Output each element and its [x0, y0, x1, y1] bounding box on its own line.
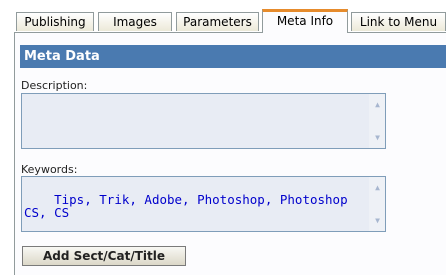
scroll-up-icon[interactable]: ▲: [371, 98, 384, 111]
add-sect-cat-title-button[interactable]: Add Sect/Cat/Title: [22, 246, 186, 266]
tab-parameters[interactable]: Parameters: [176, 12, 259, 31]
description-label: Description:: [21, 79, 88, 92]
tab-meta-info[interactable]: Meta Info: [262, 9, 348, 33]
tab-publishing[interactable]: Publishing: [16, 12, 94, 31]
scroll-down-icon[interactable]: ▼: [371, 131, 384, 144]
meta-info-panel: Meta Data Description: ▲ ▼ Keywords: Tip…: [14, 32, 446, 275]
scroll-up-icon[interactable]: ▲: [371, 181, 384, 194]
keywords-scrollbar[interactable]: ▲ ▼: [368, 177, 385, 231]
tab-images[interactable]: Images: [98, 12, 172, 31]
scroll-down-icon[interactable]: ▼: [371, 214, 384, 227]
description-textarea[interactable]: ▲ ▼: [21, 93, 386, 149]
description-scrollbar[interactable]: ▲ ▼: [368, 94, 385, 148]
keywords-label: Keywords:: [21, 163, 78, 176]
keywords-textarea[interactable]: Tips, Trik, Adobe, Photoshop, Photoshop …: [21, 176, 386, 232]
section-header: Meta Data: [20, 45, 446, 68]
keywords-value: Tips, Trik, Adobe, Photoshop, Photoshop …: [24, 192, 356, 220]
tab-link-to-menu[interactable]: Link to Menu: [351, 12, 446, 31]
